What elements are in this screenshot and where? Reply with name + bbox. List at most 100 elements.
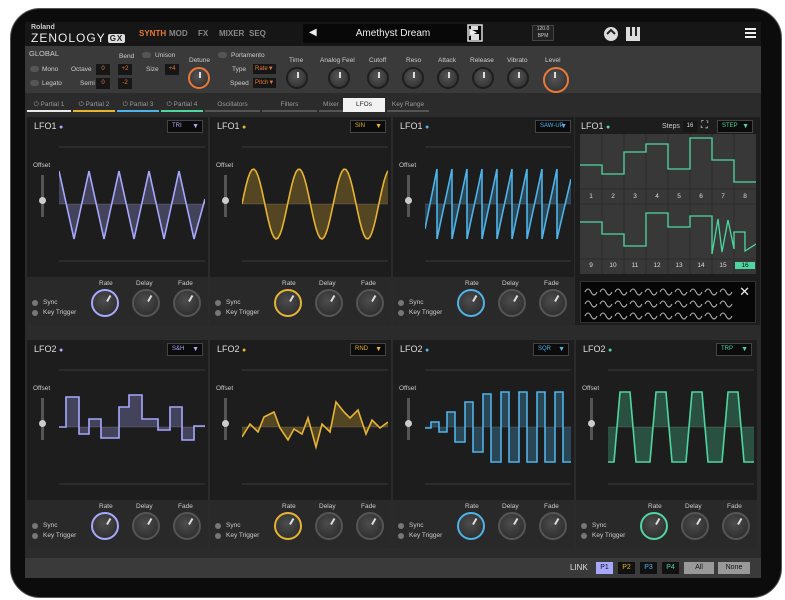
offset-slider-handle[interactable] — [222, 420, 229, 427]
step-number[interactable]: 4 — [647, 193, 667, 200]
key-trigger-toggle[interactable] — [398, 310, 404, 316]
nav-fx[interactable]: FX — [198, 29, 208, 38]
step-curves[interactable] — [580, 134, 757, 274]
link-none-button[interactable]: None — [718, 562, 750, 574]
fade-knob[interactable] — [539, 512, 567, 540]
nav-seq[interactable]: SEQ — [249, 29, 266, 38]
unison-toggle[interactable] — [142, 52, 151, 58]
wave-shape-dropdown[interactable]: SIN ▼ — [350, 120, 386, 133]
expand-icon[interactable]: ⛶ — [701, 120, 708, 131]
sync-toggle[interactable] — [398, 523, 404, 529]
fade-knob[interactable] — [173, 512, 201, 540]
step-number[interactable]: 12 — [647, 262, 667, 269]
offset-slider-handle[interactable] — [39, 197, 46, 204]
key-trigger-toggle[interactable] — [581, 533, 587, 539]
offset-slider[interactable] — [405, 398, 412, 440]
step-number[interactable]: 6 — [691, 193, 711, 200]
rate-knob[interactable] — [640, 512, 668, 540]
tab-mixer[interactable]: Mixer — [319, 98, 343, 112]
step-number[interactable]: 7 — [713, 193, 733, 200]
nav-synth[interactable]: SYNTH — [139, 29, 166, 38]
wave-shape-dropdown[interactable]: TRI ▼ — [167, 120, 203, 133]
tab-filters[interactable]: Filters — [262, 98, 317, 112]
step-number[interactable]: 8 — [735, 193, 755, 200]
delay-knob[interactable] — [132, 289, 160, 317]
step-number[interactable]: 11 — [625, 262, 645, 269]
release-knob[interactable] — [472, 67, 494, 89]
preset-selector[interactable]: ◀ Amethyst Dream ▶ — [303, 24, 483, 43]
step-number[interactable]: 2 — [603, 193, 623, 200]
rate-knob[interactable] — [91, 289, 119, 317]
level-knob[interactable] — [543, 67, 569, 93]
tab-partial-4[interactable]: ⏻ Partial 4 — [161, 98, 203, 112]
vibrato-knob[interactable] — [507, 67, 529, 89]
preset-name[interactable]: Amethyst Dream — [323, 28, 463, 39]
tab-partial-3[interactable]: ⏻ Partial 3 — [117, 98, 159, 112]
bend-down-value[interactable]: -2 — [118, 78, 132, 89]
tab-partial-1[interactable]: ⏻ Partial 1 — [27, 98, 71, 112]
offset-slider-handle[interactable] — [405, 420, 412, 427]
offset-slider[interactable] — [39, 398, 46, 440]
offset-slider[interactable] — [39, 175, 46, 217]
nav-mixer[interactable]: MIXER — [219, 29, 244, 38]
link-all-button[interactable]: All — [684, 562, 714, 574]
save-icon[interactable] — [467, 24, 483, 45]
tab-partial-2[interactable]: ⏻ Partial 2 — [73, 98, 115, 112]
delay-knob[interactable] — [681, 512, 709, 540]
prev-preset-icon[interactable]: ◀ — [309, 27, 317, 38]
key-trigger-toggle[interactable] — [32, 310, 38, 316]
offset-slider[interactable] — [588, 398, 595, 440]
key-trigger-toggle[interactable] — [398, 533, 404, 539]
step-number[interactable]: 15 — [713, 262, 733, 269]
step-number[interactable]: 16 — [735, 262, 755, 269]
time-knob[interactable] — [286, 67, 308, 89]
analog-feel-knob[interactable] — [328, 67, 350, 89]
semi-value[interactable]: 0 — [96, 78, 110, 89]
keyboard-icon[interactable] — [625, 26, 641, 45]
delay-knob[interactable] — [315, 289, 343, 317]
step-shape-palette[interactable]: ✕ — [580, 281, 756, 323]
tab-oscillators[interactable]: Oscillators — [205, 98, 260, 112]
delay-knob[interactable] — [315, 512, 343, 540]
rate-knob[interactable] — [457, 289, 485, 317]
tab-key-range[interactable]: Key Range — [387, 98, 429, 112]
octave-value[interactable]: 0 — [96, 64, 110, 75]
link-p4-button[interactable]: P4 — [662, 562, 679, 574]
offset-slider-handle[interactable] — [588, 420, 595, 427]
step-shape-dropdown[interactable]: STEP ▼ — [717, 120, 753, 133]
delay-knob[interactable] — [132, 512, 160, 540]
sync-toggle[interactable] — [215, 523, 221, 529]
menu-icon[interactable] — [745, 27, 756, 41]
wave-shape-dropdown[interactable]: SQR ▼ — [533, 343, 569, 356]
bend-up-value[interactable]: +2 — [118, 64, 132, 75]
attack-knob[interactable] — [437, 67, 459, 89]
mono-toggle[interactable] — [30, 66, 39, 72]
step-number[interactable]: 9 — [581, 262, 601, 269]
wave-shape-dropdown[interactable]: RND ▼ — [350, 343, 386, 356]
step-number[interactable]: 14 — [691, 262, 711, 269]
fade-knob[interactable] — [722, 512, 750, 540]
step-number[interactable]: 3 — [625, 193, 645, 200]
legato-toggle[interactable] — [30, 80, 39, 86]
portamento-toggle[interactable] — [218, 52, 227, 58]
sync-toggle[interactable] — [215, 300, 221, 306]
reso-knob[interactable] — [402, 67, 424, 89]
fade-knob[interactable] — [356, 289, 384, 317]
wave-shape-dropdown[interactable]: S&H ▼ — [167, 343, 203, 356]
fade-knob[interactable] — [356, 512, 384, 540]
scope-icon[interactable] — [603, 26, 619, 45]
delay-knob[interactable] — [498, 512, 526, 540]
offset-slider[interactable] — [222, 175, 229, 217]
sync-toggle[interactable] — [32, 300, 38, 306]
rate-knob[interactable] — [457, 512, 485, 540]
offset-slider-handle[interactable] — [222, 197, 229, 204]
rate-knob[interactable] — [274, 512, 302, 540]
close-icon[interactable]: ✕ — [739, 284, 750, 300]
step-number[interactable]: 13 — [669, 262, 689, 269]
step-number[interactable]: 10 — [603, 262, 623, 269]
cutoff-knob[interactable] — [367, 67, 389, 89]
sync-toggle[interactable] — [32, 523, 38, 529]
rate-knob[interactable] — [91, 512, 119, 540]
speed-value[interactable]: Pitch▼ — [253, 78, 277, 88]
key-trigger-toggle[interactable] — [215, 310, 221, 316]
